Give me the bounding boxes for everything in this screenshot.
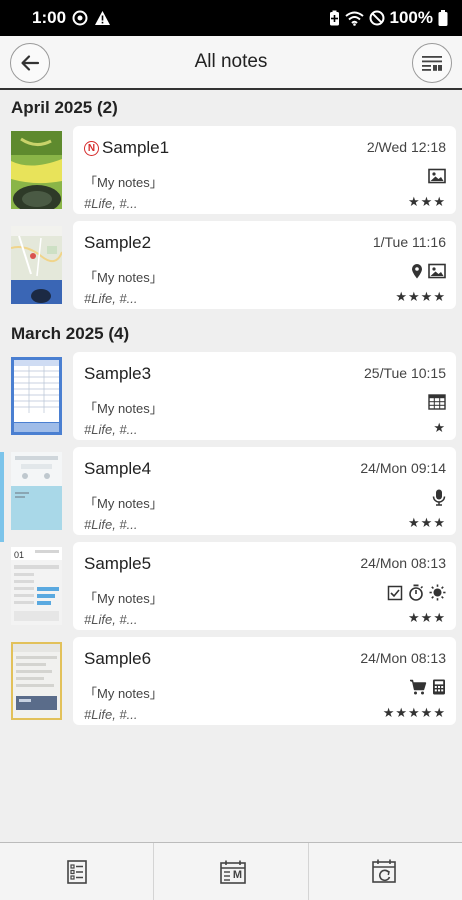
note-tags: #Life, #...: [84, 196, 138, 211]
note-title-text: Sample4: [84, 459, 152, 478]
calculator-icon: [433, 679, 445, 695]
note-folder: 「My notes」: [84, 686, 163, 701]
note-rating: ★★★★★: [382, 705, 446, 720]
note-card[interactable]: Sample6 24/Mon 08:13 「My notes」 #Life, #…: [73, 637, 456, 725]
warning-icon: [94, 10, 111, 26]
note-title: Sample6: [84, 649, 151, 669]
app-header: All notes: [0, 36, 462, 90]
note-attachment-icons: [409, 679, 446, 695]
note-folder: 「My notes」: [84, 270, 163, 285]
status-bar: 1:00 100%: [0, 0, 462, 36]
page-title: All notes: [194, 51, 268, 72]
note-title: Sample5: [84, 554, 151, 574]
note-date: 24/Mon 08:13: [360, 650, 446, 666]
note-tags: #Life, #...: [84, 517, 138, 532]
note-tags: #Life, #...: [84, 422, 138, 437]
arrow-left-icon: [21, 55, 40, 71]
note-rating: ★: [433, 420, 446, 435]
note-title-text: Sample2: [84, 233, 152, 252]
section-header-march: March 2025 (4): [11, 324, 130, 343]
note-rating: ★★★: [408, 515, 446, 530]
month-icon-label: M: [232, 868, 243, 881]
note-thumbnail[interactable]: [11, 226, 62, 304]
note-card[interactable]: N Sample1 2/Wed 12:18 「My notes」 #Life, …: [73, 126, 456, 214]
note-item-sample6[interactable]: Sample6 24/Mon 08:13 「My notes」 #Life, #…: [0, 637, 462, 727]
status-left: 1:00: [32, 8, 111, 28]
note-item-sample3[interactable]: Sample3 25/Tue 10:15 「My notes」 #Life, #…: [0, 352, 462, 442]
back-button[interactable]: [10, 43, 50, 83]
note-date: 1/Tue 11:16: [372, 234, 446, 250]
status-time: 1:00: [32, 8, 67, 27]
note-tags: #Life, #...: [84, 707, 138, 722]
note-date: 2/Wed 12:18: [366, 139, 446, 155]
reminder-view-button[interactable]: [309, 843, 462, 900]
note-title: Sample4: [84, 459, 151, 479]
note-rating: ★★★: [408, 610, 446, 625]
microphone-icon: [432, 489, 446, 506]
note-card[interactable]: Sample5 24/Mon 08:13 「My notes」 #Life, #…: [73, 542, 456, 630]
table-icon: [428, 394, 446, 410]
sort-menu-button[interactable]: [412, 43, 452, 83]
note-attachment-icons: [428, 394, 446, 410]
note-rating: ★★★★: [395, 289, 446, 304]
note-item-sample4[interactable]: Sample4 24/Mon 09:14 「My notes」 #Life, #…: [0, 447, 462, 537]
note-title-text: Sample3: [84, 364, 152, 383]
note-title-text: Sample1: [102, 138, 170, 157]
month-view-button[interactable]: M: [154, 843, 309, 900]
note-item-sample5[interactable]: 01 Sample5 24/Mon 08:13 「My notes」 #Life…: [0, 542, 462, 632]
sort-list-icon: [422, 56, 442, 71]
note-date: 24/Mon 08:13: [360, 555, 446, 571]
note-thumbnail[interactable]: 01: [11, 547, 62, 625]
sync-icon: [72, 10, 88, 26]
battery-saver-icon: [329, 10, 340, 26]
note-item-sample1[interactable]: N Sample1 2/Wed 12:18 「My notes」 #Life, …: [0, 126, 462, 216]
note-thumbnail[interactable]: [11, 642, 62, 720]
note-folder: 「My notes」: [84, 591, 163, 606]
location-icon: [412, 264, 422, 279]
note-card[interactable]: Sample2 1/Tue 11:16 「My notes」 #Life, #.…: [73, 221, 456, 309]
note-title-text: Sample5: [84, 554, 152, 573]
section-header-april: April 2025 (2): [11, 98, 118, 117]
note-folder: 「My notes」: [84, 496, 163, 511]
timer-icon: [409, 584, 424, 601]
note-attachment-icons: [387, 584, 446, 601]
note-thumbnail[interactable]: [11, 357, 62, 435]
note-rating: ★★★: [408, 194, 446, 209]
battery-icon: [438, 10, 448, 26]
note-date: 24/Mon 09:14: [360, 460, 446, 476]
calendar-refresh-icon: [372, 859, 397, 883]
note-thumbnail[interactable]: [11, 452, 62, 530]
note-attachment-icons: [428, 168, 446, 184]
checkbox-icon: [387, 585, 403, 600]
note-folder: 「My notes」: [84, 175, 163, 190]
list-view-button[interactable]: [0, 843, 155, 900]
note-title-text: Sample6: [84, 649, 152, 668]
note-attachment-icons: [432, 489, 446, 506]
note-title: Sample2: [84, 233, 151, 253]
svg-text:01: 01: [14, 550, 24, 560]
image-icon: [428, 168, 446, 184]
note-thumbnail[interactable]: [11, 131, 62, 209]
note-date: 25/Tue 10:15: [364, 365, 446, 381]
note-title: N Sample1: [84, 138, 169, 158]
note-card[interactable]: Sample4 24/Mon 09:14 「My notes」 #Life, #…: [73, 447, 456, 535]
list-icon: [66, 859, 87, 884]
note-item-sample2[interactable]: Sample2 1/Tue 11:16 「My notes」 #Life, #.…: [0, 221, 462, 311]
battery-level: 100%: [389, 8, 433, 27]
note-attachment-icons: [411, 263, 446, 279]
cart-icon: [410, 679, 427, 695]
note-card[interactable]: Sample3 25/Tue 10:15 「My notes」 #Life, #…: [73, 352, 456, 440]
status-right: 100%: [329, 8, 448, 28]
sun-icon: [429, 584, 446, 601]
bottom-toolbar: M: [0, 842, 462, 900]
note-tags: #Life, #...: [84, 612, 138, 627]
note-tags: #Life, #...: [84, 291, 138, 306]
note-title: Sample3: [84, 364, 151, 384]
wifi-icon: [344, 11, 364, 26]
notes-list[interactable]: April 2025 (2) N Sample1 2/Wed 12:18 「My…: [0, 90, 462, 842]
note-folder: 「My notes」: [84, 401, 163, 416]
image-icon: [428, 263, 446, 279]
new-badge-icon: N: [84, 140, 99, 156]
do-not-disturb-icon: [369, 10, 385, 26]
